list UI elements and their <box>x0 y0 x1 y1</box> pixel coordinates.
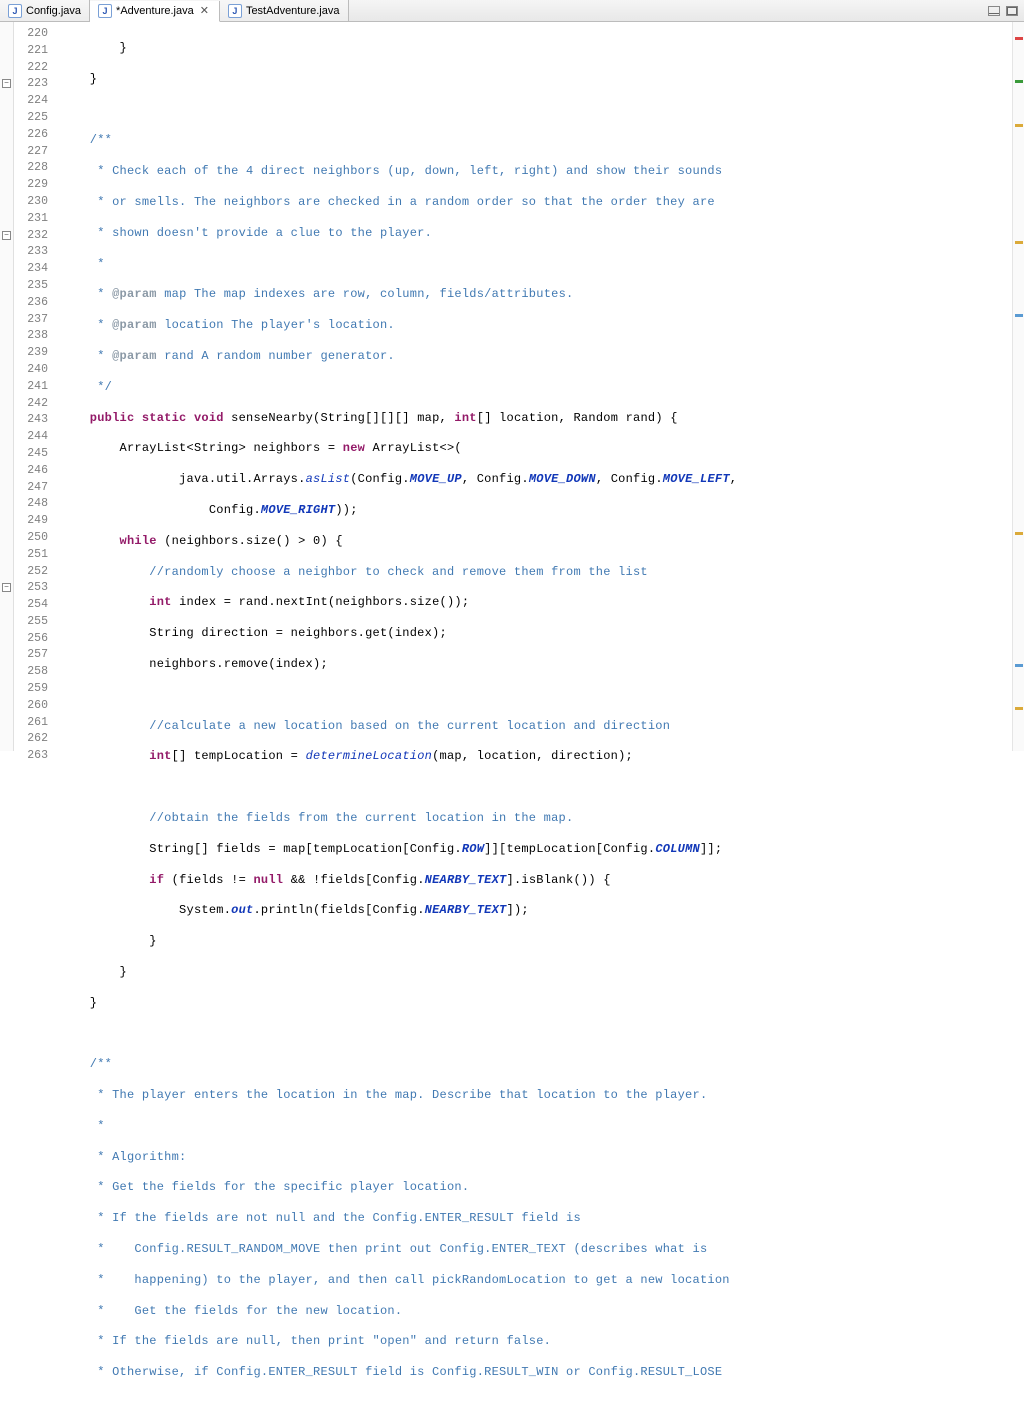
close-tab-icon[interactable]: ✕ <box>198 4 211 17</box>
line-number: 240 <box>14 362 54 379</box>
line-number: 238 <box>14 328 54 345</box>
line-number: 227 <box>14 144 54 161</box>
line-number: 261 <box>14 715 54 732</box>
overview-ruler[interactable] <box>1012 22 1024 751</box>
line-number: 235 <box>14 278 54 295</box>
line-number: 229 <box>14 177 54 194</box>
line-number: 258 <box>14 664 54 681</box>
line-number: 249 <box>14 513 54 530</box>
line-number: 251 <box>14 547 54 564</box>
fold-toggle-icon[interactable]: − <box>2 231 11 240</box>
line-number: 222 <box>14 60 54 77</box>
line-number: 234 <box>14 261 54 278</box>
overview-marker[interactable] <box>1015 532 1023 535</box>
line-number: 239 <box>14 345 54 362</box>
editor-window-controls <box>982 6 1024 16</box>
line-number: 252 <box>14 564 54 581</box>
line-number: 230 <box>14 194 54 211</box>
overview-marker[interactable] <box>1015 241 1023 244</box>
fold-toggle-icon[interactable]: − <box>2 583 11 592</box>
line-number: 233 <box>14 244 54 261</box>
line-number: 255 <box>14 614 54 631</box>
tab-label: Config.java <box>26 5 81 17</box>
overview-marker[interactable] <box>1015 124 1023 127</box>
line-number: 221 <box>14 43 54 60</box>
line-number: 259 <box>14 681 54 698</box>
line-number: 254 <box>14 597 54 614</box>
line-number: 237 <box>14 312 54 329</box>
overview-marker[interactable] <box>1015 37 1023 40</box>
code-viewport[interactable]: } } /** * Check each of the 4 direct nei… <box>54 22 1012 751</box>
editor-area: − − − 220221222223224225226227228229230231… <box>0 22 1024 751</box>
line-number: 256 <box>14 631 54 648</box>
line-number: 245 <box>14 446 54 463</box>
tab-testadventure[interactable]: J TestAdventure.java <box>220 0 349 21</box>
java-file-icon: J <box>228 4 242 18</box>
maximize-icon[interactable] <box>1006 6 1018 16</box>
overview-marker[interactable] <box>1015 664 1023 667</box>
editor-tabbar: J Config.java J *Adventure.java ✕ J Test… <box>0 0 1024 22</box>
tab-adventure[interactable]: J *Adventure.java ✕ <box>90 1 220 22</box>
tab-label: TestAdventure.java <box>246 5 340 17</box>
minimize-icon[interactable] <box>988 6 1000 16</box>
line-number: 226 <box>14 127 54 144</box>
tab-config[interactable]: J Config.java <box>0 0 90 21</box>
overview-marker[interactable] <box>1015 314 1023 317</box>
overview-marker[interactable] <box>1015 80 1023 83</box>
line-number: 246 <box>14 463 54 480</box>
tab-label: *Adventure.java <box>116 5 194 17</box>
line-number: 220 <box>14 26 54 43</box>
line-number: 244 <box>14 429 54 446</box>
line-number: 241 <box>14 379 54 396</box>
java-file-icon: J <box>98 4 112 18</box>
line-number: 225 <box>14 110 54 127</box>
line-number: 250 <box>14 530 54 547</box>
folding-ruler: − − − <box>0 22 14 751</box>
line-number: 232 <box>14 228 54 245</box>
overview-marker[interactable] <box>1015 707 1023 710</box>
line-number: 228 <box>14 160 54 177</box>
line-number-gutter: 2202212222232242252262272282292302312322… <box>14 22 54 751</box>
line-number: 224 <box>14 93 54 110</box>
line-number: 242 <box>14 396 54 413</box>
fold-toggle-icon[interactable]: − <box>2 79 11 88</box>
line-number: 257 <box>14 647 54 664</box>
line-number: 253 <box>14 580 54 597</box>
line-number: 260 <box>14 698 54 715</box>
java-file-icon: J <box>8 4 22 18</box>
line-number: 223 <box>14 76 54 93</box>
line-number: 247 <box>14 480 54 497</box>
line-number: 236 <box>14 295 54 312</box>
line-number: 231 <box>14 211 54 228</box>
line-number: 262 <box>14 731 54 748</box>
line-number: 248 <box>14 496 54 513</box>
line-number: 243 <box>14 412 54 429</box>
